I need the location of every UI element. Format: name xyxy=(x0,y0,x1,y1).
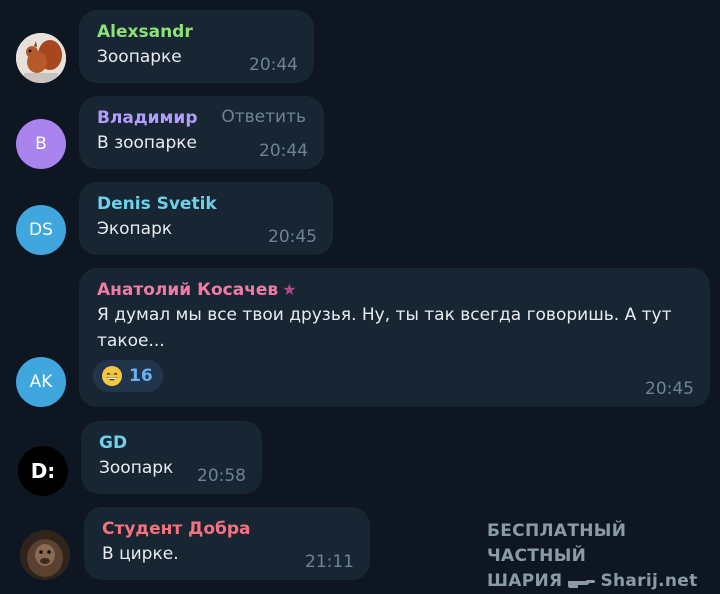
avatar[interactable] xyxy=(16,33,66,83)
message-bubble[interactable]: Анатолий Косачев ★ Я думал мы все твои др… xyxy=(79,268,710,407)
pointing-hand-icon xyxy=(568,579,596,588)
watermark-line2-right: Sharij.net xyxy=(600,571,698,591)
message-time: 21:11 xyxy=(305,552,354,572)
avatar-initials: AK xyxy=(29,372,53,392)
sender-name[interactable]: Alexsandr xyxy=(97,20,298,44)
watermark-line1: БЕСПЛАТНЫЙ ЧАСТНЫЙ xyxy=(487,521,627,566)
sender-name[interactable]: Denis Svetik xyxy=(97,192,317,216)
reaction-button[interactable]: 16 xyxy=(93,360,163,392)
sender-name[interactable]: Анатолий Косачев ★ xyxy=(97,278,694,302)
message-time: 20:58 xyxy=(197,466,246,486)
avatar[interactable]: AK xyxy=(16,357,66,407)
squirrel-icon xyxy=(16,33,66,83)
message-text: Я думал мы все твои друзья. Ну, ты так в… xyxy=(97,305,672,351)
message-bubble[interactable]: Студент Добра В цирке. 21:11 xyxy=(84,507,370,580)
avatar[interactable]: DS xyxy=(16,205,66,255)
watermark: БЕСПЛАТНЫЙ ЧАСТНЫЙ ШАРИЯ Sharij.net xyxy=(487,519,720,594)
message-time: 20:44 xyxy=(249,55,298,75)
message-bubble[interactable]: Denis Svetik Экопарк 20:45 xyxy=(79,182,333,255)
message-time: 20:45 xyxy=(268,227,317,247)
sender-name[interactable]: GD xyxy=(99,431,246,455)
avatar[interactable]: B xyxy=(16,119,66,169)
message-time: 20:45 xyxy=(645,379,694,399)
grinning-emoji-icon xyxy=(102,366,122,386)
watermark-line2-left: ШАРИЯ xyxy=(487,571,563,591)
avatar[interactable]: D: xyxy=(18,446,68,496)
avatar[interactable] xyxy=(20,530,70,580)
star-icon: ★ xyxy=(282,280,297,299)
message-bubble[interactable]: GD Зоопарк 20:58 xyxy=(81,421,262,494)
message-bubble[interactable]: Владимир В зоопарке Ответить 20:44 xyxy=(79,96,324,169)
message-time: 20:44 xyxy=(259,141,308,161)
gorilla-icon xyxy=(20,530,70,580)
sender-name[interactable]: Студент Добра xyxy=(102,517,354,541)
avatar-initials: DS xyxy=(29,220,53,240)
message-bubble[interactable]: Alexsandr Зоопарке 20:44 xyxy=(79,10,314,83)
sender-name-text: Анатолий Косачев xyxy=(97,280,279,300)
reply-button[interactable]: Ответить xyxy=(221,107,306,127)
avatar-logo: D: xyxy=(30,459,56,483)
reaction-count: 16 xyxy=(129,366,153,386)
avatar-initials: B xyxy=(35,134,47,154)
